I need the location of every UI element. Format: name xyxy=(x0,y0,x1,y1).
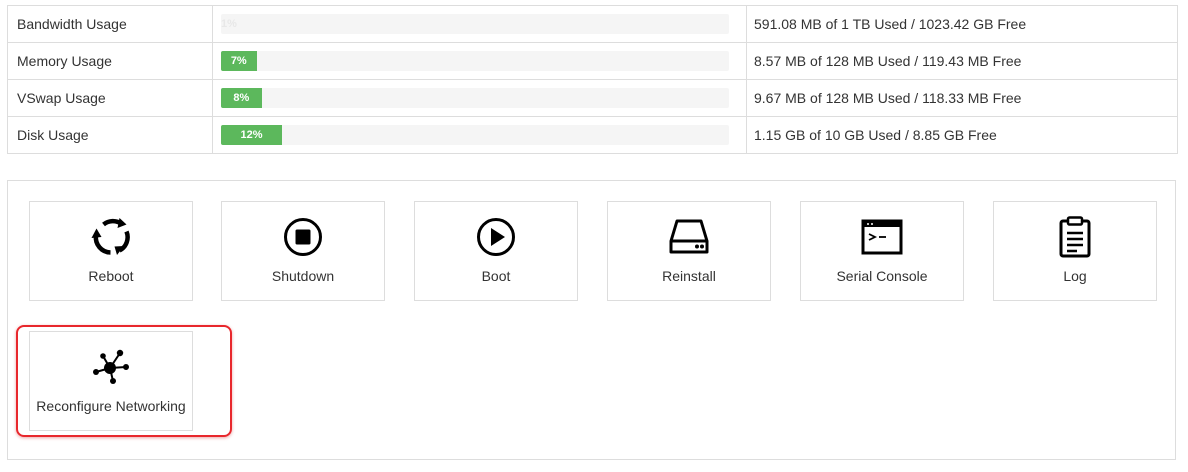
reinstall-button[interactable]: Reinstall xyxy=(607,201,771,301)
reboot-icon xyxy=(30,215,192,259)
terminal-icon xyxy=(801,215,963,259)
usage-detail: 1.15 GB of 10 GB Used / 8.85 GB Free xyxy=(746,116,1178,154)
hard-drive-icon xyxy=(608,215,770,259)
progress-fill: 8% xyxy=(221,88,262,108)
usage-row-vswap: VSwap Usage 8% 9.67 MB of 128 MB Used / … xyxy=(7,79,1178,117)
usage-label: Memory Usage xyxy=(7,42,213,80)
vswap-progress-bar: 8% xyxy=(221,88,729,108)
usage-detail: 591.08 MB of 1 TB Used / 1023.42 GB Free xyxy=(746,5,1178,43)
usage-detail: 9.67 MB of 128 MB Used / 118.33 MB Free xyxy=(746,79,1178,117)
log-button[interactable]: Log xyxy=(993,201,1157,301)
usage-label: Bandwidth Usage xyxy=(7,5,213,43)
reboot-button[interactable]: Reboot xyxy=(29,201,193,301)
usage-table: Bandwidth Usage 1% 591.08 MB of 1 TB Use… xyxy=(7,5,1178,154)
stop-circle-icon xyxy=(222,215,384,259)
usage-label: Disk Usage xyxy=(7,116,213,154)
serial-console-label: Serial Console xyxy=(836,268,928,284)
usage-detail: 8.57 MB of 128 MB Used / 119.43 MB Free xyxy=(746,42,1178,80)
usage-label: VSwap Usage xyxy=(7,79,213,117)
shutdown-button[interactable]: Shutdown xyxy=(221,201,385,301)
usage-row-bandwidth: Bandwidth Usage 1% 591.08 MB of 1 TB Use… xyxy=(7,5,1178,43)
shutdown-label: Shutdown xyxy=(271,268,335,284)
usage-row-memory: Memory Usage 7% 8.57 MB of 128 MB Used /… xyxy=(7,42,1178,80)
bandwidth-progress-bar: 1% xyxy=(221,14,729,34)
memory-progress-bar: 7% xyxy=(221,51,729,71)
clipboard-icon xyxy=(994,215,1156,259)
play-circle-icon xyxy=(415,215,577,259)
usage-row-disk: Disk Usage 12% 1.15 GB of 10 GB Used / 8… xyxy=(7,116,1178,154)
progress-fill: 1% xyxy=(221,18,237,30)
reinstall-label: Reinstall xyxy=(662,268,716,284)
reconfigure-networking-label: Reconfigure Networking xyxy=(36,398,186,414)
network-hub-icon xyxy=(30,345,192,389)
boot-label: Boot xyxy=(481,268,511,284)
progress-fill: 7% xyxy=(221,51,257,71)
reboot-label: Reboot xyxy=(88,268,134,284)
reconfigure-networking-button[interactable]: Reconfigure Networking xyxy=(29,331,193,431)
boot-button[interactable]: Boot xyxy=(414,201,578,301)
serial-console-button[interactable]: Serial Console xyxy=(800,201,964,301)
progress-fill: 12% xyxy=(221,125,282,145)
disk-progress-bar: 12% xyxy=(221,125,729,145)
log-label: Log xyxy=(1063,268,1087,284)
